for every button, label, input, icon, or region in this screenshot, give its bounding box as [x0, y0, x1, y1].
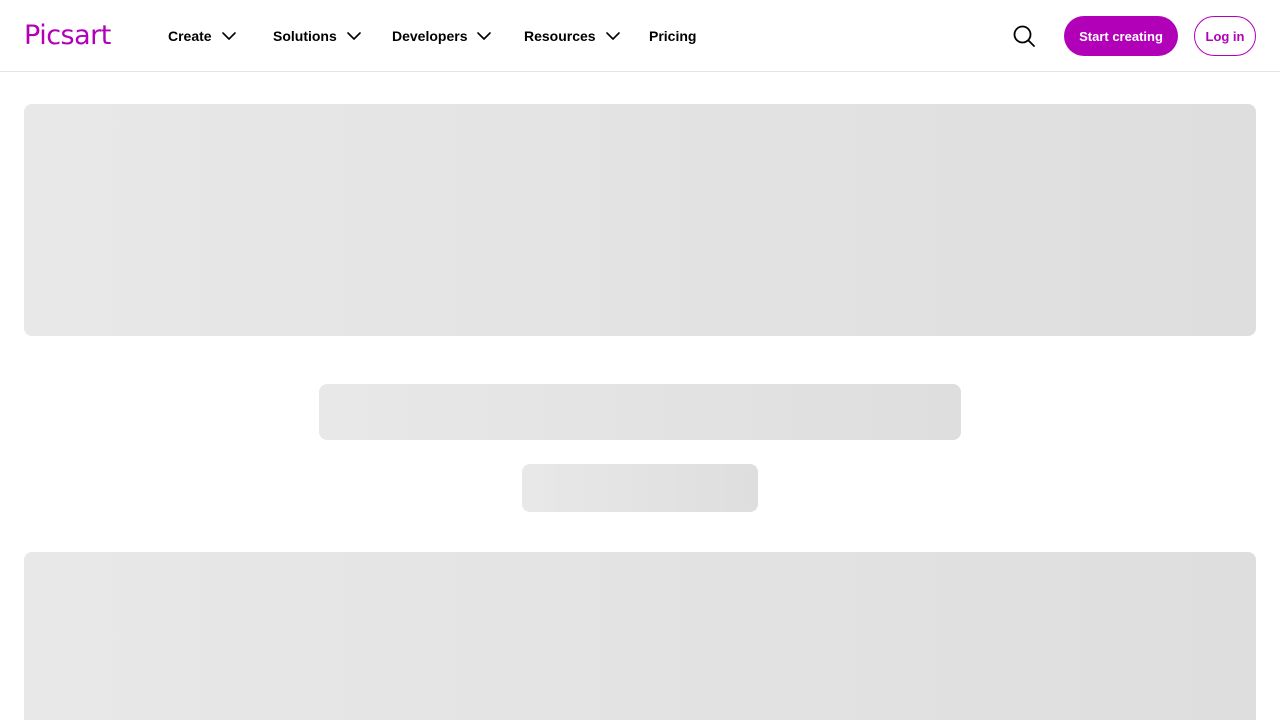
- content-skeleton-placeholder: [24, 552, 1256, 720]
- nav-item-label: Pricing: [649, 28, 697, 44]
- nav-item-pricing[interactable]: Pricing: [649, 0, 709, 72]
- chevron-down-icon: [477, 32, 492, 40]
- nav-item-create[interactable]: Create: [168, 0, 273, 72]
- nav-item-label: Resources: [524, 28, 596, 44]
- chevron-down-icon: [221, 32, 236, 40]
- nav-item-solutions[interactable]: Solutions: [273, 0, 392, 72]
- start-creating-button[interactable]: Start creating: [1064, 16, 1178, 56]
- top-navigation-bar: Picsart Create Solutions Developers Reso…: [0, 0, 1280, 72]
- button-skeleton-placeholder: [522, 464, 758, 512]
- search-icon: [1013, 25, 1035, 47]
- nav-item-developers[interactable]: Developers: [392, 0, 524, 72]
- nav-item-label: Developers: [392, 28, 468, 44]
- main-nav: Create Solutions Developers Resources Pr…: [168, 0, 709, 72]
- nav-item-resources[interactable]: Resources: [524, 0, 649, 72]
- title-skeleton-placeholder: [319, 384, 961, 440]
- search-button[interactable]: [1010, 22, 1038, 50]
- chevron-down-icon: [605, 32, 620, 40]
- log-in-button[interactable]: Log in: [1194, 16, 1256, 56]
- hero-skeleton-placeholder: [24, 104, 1256, 336]
- chevron-down-icon: [346, 32, 361, 40]
- nav-item-label: Create: [168, 28, 212, 44]
- nav-item-label: Solutions: [273, 28, 337, 44]
- picsart-logo[interactable]: Picsart: [24, 20, 111, 52]
